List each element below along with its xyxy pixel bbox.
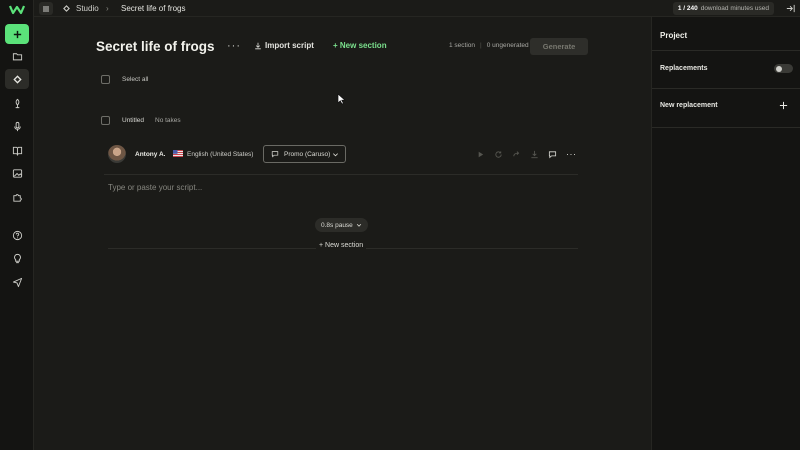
- paragraph-divider: [104, 174, 578, 175]
- collapse-panel-icon[interactable]: [785, 3, 796, 14]
- logo-icon[interactable]: [9, 3, 25, 15]
- page-title[interactable]: Secret life of frogs: [96, 39, 215, 54]
- rail-help-button[interactable]: [5, 225, 29, 245]
- play-icon[interactable]: [476, 150, 485, 159]
- add-button[interactable]: [5, 24, 29, 44]
- paragraph-more-button[interactable]: ···: [566, 149, 577, 159]
- breadcrumb-project[interactable]: Secret life of frogs: [121, 0, 185, 17]
- us-flag-icon: [173, 150, 183, 157]
- project-stats: 1 section | 0 ungenerated: [449, 42, 529, 49]
- voice-avatar[interactable]: [108, 145, 126, 163]
- ungenerated-count: 0 ungenerated: [486, 42, 529, 49]
- add-replacement-icon[interactable]: [779, 101, 788, 110]
- select-all-checkbox[interactable]: [101, 75, 110, 84]
- breadcrumb-separator: ›: [106, 4, 109, 13]
- usage-count: 1 / 240: [677, 5, 698, 12]
- chapter-checkbox[interactable]: [101, 116, 110, 125]
- help-icon: [12, 230, 22, 240]
- chapter-name[interactable]: Untitled: [122, 117, 144, 124]
- project-panel-title: Project: [660, 31, 688, 40]
- voice-language[interactable]: English (United States): [187, 151, 253, 158]
- breadcrumb-studio[interactable]: Studio: [62, 0, 99, 17]
- studio-icon: [12, 74, 22, 84]
- mic-icon: [15, 98, 19, 108]
- chevron-down-icon: [333, 153, 338, 157]
- pause-button[interactable]: 0.8s pause: [315, 218, 368, 232]
- rail-studio-button[interactable]: [5, 69, 29, 89]
- model-select-value: Promo (Caruso): [284, 150, 331, 158]
- panel-divider: [652, 50, 800, 51]
- rail-library-button[interactable]: [5, 140, 29, 160]
- puzzle-icon: [12, 193, 22, 202]
- book-icon: [12, 146, 22, 156]
- chapter-status: No takes: [155, 117, 181, 124]
- mouse-cursor-icon: [337, 93, 346, 105]
- main-area: Secret life of frogs ··· Import script +…: [34, 17, 651, 450]
- rail-image-button[interactable]: [5, 163, 29, 183]
- breadcrumb-studio-label: Studio: [76, 4, 99, 13]
- usage-badge[interactable]: 1 / 240 download minutes used: [672, 2, 774, 15]
- panel-divider: [652, 127, 800, 128]
- regenerate-icon[interactable]: [494, 150, 503, 159]
- new-replacement-label[interactable]: New replacement: [660, 102, 718, 109]
- select-all-label[interactable]: Select all: [122, 76, 148, 83]
- rail-feedback-button[interactable]: [5, 272, 29, 292]
- stats-separator: |: [480, 42, 482, 49]
- chevron-down-icon: [356, 223, 362, 227]
- pause-label: 0.8s pause: [321, 221, 353, 229]
- import-script-label: Import script: [265, 41, 314, 50]
- rail-record-button[interactable]: [5, 116, 29, 136]
- add-icon: [13, 30, 21, 38]
- project-panel: Project Replacements New replacement: [651, 17, 800, 450]
- new-section-inline-button[interactable]: + New section: [316, 242, 367, 249]
- hamburger-icon: [43, 6, 49, 11]
- left-rail: [0, 0, 34, 450]
- rail-voice-button[interactable]: [5, 93, 29, 113]
- chat-icon: [271, 151, 279, 158]
- studio-icon: [63, 5, 70, 12]
- model-select[interactable]: Promo (Caruso): [263, 145, 346, 163]
- rail-folder-button[interactable]: [5, 46, 29, 66]
- rail-integrations-button[interactable]: [5, 187, 29, 207]
- comment-icon[interactable]: [548, 150, 557, 159]
- download-icon[interactable]: [530, 150, 539, 159]
- project-more-button[interactable]: ···: [227, 40, 241, 52]
- replacements-label: Replacements: [660, 65, 708, 72]
- image-icon: [12, 168, 22, 178]
- sections-count: 1 section: [449, 42, 476, 49]
- usage-text: download minutes used: [700, 5, 769, 12]
- rail-ideas-button[interactable]: [5, 248, 29, 268]
- redo-icon[interactable]: [512, 150, 521, 159]
- script-input[interactable]: Type or paste your script...: [108, 183, 202, 192]
- download-icon: [255, 42, 261, 49]
- folder-icon: [12, 52, 22, 60]
- import-script-button[interactable]: Import script: [254, 41, 314, 50]
- generate-button[interactable]: Generate: [530, 38, 588, 55]
- voice-name[interactable]: Antony A.: [135, 151, 165, 158]
- replacements-toggle[interactable]: [774, 64, 793, 73]
- send-icon: [12, 277, 22, 287]
- bulb-icon: [13, 253, 21, 263]
- panel-divider: [652, 88, 800, 89]
- microphone-icon: [13, 121, 21, 131]
- paragraph-toolbar: ···: [476, 148, 577, 160]
- menu-button[interactable]: [39, 2, 53, 15]
- top-bar: Studio › Secret life of frogs 1 / 240 do…: [34, 0, 800, 17]
- new-section-button[interactable]: + New section: [333, 41, 387, 50]
